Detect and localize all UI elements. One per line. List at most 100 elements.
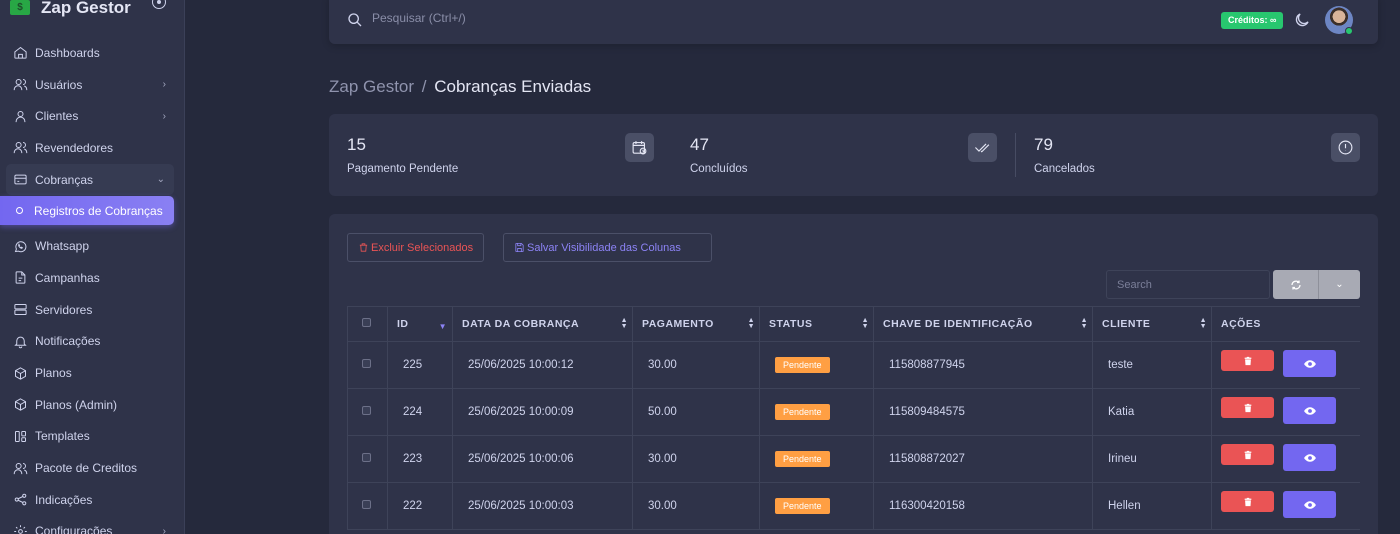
- sidebar-item-registros-de-cobrancas[interactable]: Registros de Cobranças: [0, 196, 174, 226]
- sidebar-item-templates[interactable]: Templates: [0, 421, 184, 453]
- sort-icon: ▲ ▼: [861, 317, 869, 330]
- view-button[interactable]: [1283, 397, 1336, 424]
- moon-icon[interactable]: [1293, 11, 1311, 29]
- row-select-cell[interactable]: [347, 435, 388, 483]
- sidebar-item-label: Planos (Admin): [35, 397, 118, 412]
- stat-divider: [1015, 133, 1016, 177]
- sidebar-item-revendedores[interactable]: Revendedores: [0, 132, 184, 164]
- brand[interactable]: $ Zap Gestor: [10, 0, 174, 20]
- chevron-down-icon: ⌄: [1335, 279, 1344, 290]
- column-header-key[interactable]: CHAVE DE IDENTIFICAÇÃO ▲ ▼: [873, 306, 1093, 342]
- header-label: DATA DA COBRANÇA: [462, 318, 580, 330]
- breadcrumb-root[interactable]: Zap Gestor: [329, 77, 414, 96]
- sidebar-item-label: Servidores: [35, 302, 93, 317]
- sidebar: $ Zap Gestor Dashboards Usuários › Clien…: [0, 0, 185, 534]
- cell-actions: [1211, 341, 1360, 389]
- billing-table: ID ▼ DATA DA COBRANÇA ▲ ▼ PAGAMENTO ▲ ▼ STATU…: [347, 306, 1360, 530]
- sidebar-item-cobrancas[interactable]: Cobranças ⌄: [6, 163, 174, 196]
- sidebar-item-planos[interactable]: Planos: [0, 357, 184, 389]
- sidebar-item-pacote-de-creditos[interactable]: Pacote de Creditos: [0, 452, 184, 484]
- stat-label: Concluídos: [690, 163, 748, 175]
- sidebar-item-servidores[interactable]: Servidores: [0, 294, 184, 326]
- eye-icon: [1303, 500, 1316, 509]
- row-checkbox[interactable]: [362, 500, 371, 509]
- sidebar-item-label: Revendedores: [35, 140, 114, 155]
- sidebar-item-indicacoes[interactable]: Indicações: [0, 484, 184, 516]
- delete-selected-button[interactable]: Excluir Selecionados: [347, 233, 485, 262]
- view-button[interactable]: [1283, 444, 1336, 471]
- row-select-cell[interactable]: [347, 482, 388, 530]
- sidebar-item-configuracoes[interactable]: Configurações ›: [0, 516, 184, 534]
- sidebar-item-notificacoes[interactable]: Notificações: [0, 326, 184, 358]
- trash-icon: [1244, 497, 1251, 506]
- chevron-right-icon: ›: [162, 525, 166, 534]
- column-header-id[interactable]: ID ▼: [387, 306, 453, 342]
- trash-icon: [1244, 356, 1251, 365]
- delete-button[interactable]: [1221, 444, 1274, 465]
- header-label: PAGAMENTO: [642, 318, 714, 330]
- column-header-payment[interactable]: PAGAMENTO ▲ ▼: [632, 306, 760, 342]
- view-button[interactable]: [1283, 491, 1336, 518]
- cell-payment: 30.00: [632, 482, 760, 530]
- sidebar-toggle-icon[interactable]: [152, 0, 166, 9]
- eye-icon: [1303, 453, 1316, 462]
- status-badge: Pendente: [775, 404, 830, 420]
- delete-button[interactable]: [1221, 491, 1274, 512]
- status-badge: Pendente: [775, 357, 830, 373]
- refresh-button[interactable]: [1273, 270, 1318, 299]
- sidebar-item-planos-admin[interactable]: Planos (Admin): [0, 389, 184, 421]
- column-header-actions: AÇÕES: [1211, 306, 1360, 342]
- sidebar-item-label: Campanhas: [35, 270, 100, 285]
- sidebar-item-whatsapp[interactable]: Whatsapp: [0, 230, 184, 262]
- package-icon: [15, 366, 26, 380]
- billing-table-card: Excluir Selecionados Salvar Visibilidade…: [329, 214, 1378, 534]
- table-row: 222 25/06/2025 10:00:03 30.00 Pendente 1…: [347, 482, 1360, 530]
- cell-date: 25/06/2025 10:00:03: [452, 482, 633, 530]
- cell-date: 25/06/2025 10:00:06: [452, 435, 633, 483]
- select-all-header[interactable]: [347, 306, 388, 342]
- sort-icon: ▲ ▼: [1080, 317, 1088, 330]
- alert-circle-icon: [1331, 133, 1360, 162]
- select-all-checkbox[interactable]: [362, 318, 371, 327]
- sidebar-item-clientes[interactable]: Clientes ›: [0, 100, 184, 132]
- columns-dropdown-button[interactable]: ⌄: [1318, 270, 1360, 299]
- row-select-cell[interactable]: [347, 388, 388, 436]
- sort-icon: ▲ ▼: [1199, 317, 1207, 330]
- sidebar-item-usuarios[interactable]: Usuários ›: [0, 69, 184, 101]
- app-name: Zap Gestor: [41, 0, 131, 17]
- cell-key: 115809484575: [873, 388, 1093, 436]
- chevron-right-icon: ›: [162, 110, 166, 122]
- sidebar-item-dashboards[interactable]: Dashboards: [0, 37, 184, 69]
- header-label: ID: [397, 318, 409, 330]
- view-button[interactable]: [1283, 350, 1336, 377]
- sidebar-item-label: Planos: [35, 366, 72, 381]
- cell-key: 115808872027: [873, 435, 1093, 483]
- delete-button[interactable]: [1221, 350, 1274, 371]
- trash-icon: [1244, 450, 1251, 459]
- delete-button[interactable]: [1221, 397, 1274, 418]
- table-search-input[interactable]: [1106, 270, 1270, 299]
- row-select-cell[interactable]: [347, 341, 388, 389]
- save-column-visibility-button[interactable]: Salvar Visibilidade das Colunas: [503, 233, 712, 262]
- row-checkbox[interactable]: [362, 406, 371, 415]
- search-icon[interactable]: [347, 12, 363, 28]
- column-header-status[interactable]: STATUS ▲ ▼: [759, 306, 874, 342]
- table-header-row: ID ▼ DATA DA COBRANÇA ▲ ▼ PAGAMENTO ▲ ▼ STATU…: [347, 306, 1360, 342]
- cell-client: teste: [1092, 341, 1212, 389]
- cell-id: 225: [387, 341, 453, 389]
- column-header-client[interactable]: CLIENTE ▲ ▼: [1092, 306, 1212, 342]
- stat-completed: 47 Concluídos: [690, 114, 997, 196]
- file-icon: [15, 271, 26, 285]
- column-header-date[interactable]: DATA DA COBRANÇA ▲ ▼: [452, 306, 633, 342]
- cell-date: 25/06/2025 10:00:09: [452, 388, 633, 436]
- cell-payment: 50.00: [632, 388, 760, 436]
- user-icon: [15, 110, 26, 122]
- table-row: 224 25/06/2025 10:00:09 50.00 Pendente 1…: [347, 388, 1360, 436]
- save-column-visibility-label: Salvar Visibilidade das Colunas: [527, 241, 681, 254]
- global-search-input[interactable]: [372, 11, 672, 25]
- home-icon: [14, 47, 27, 59]
- row-checkbox[interactable]: [362, 359, 371, 368]
- row-checkbox[interactable]: [362, 453, 371, 462]
- sidebar-item-campanhas[interactable]: Campanhas: [0, 262, 184, 294]
- cell-key: 115808877945: [873, 341, 1093, 389]
